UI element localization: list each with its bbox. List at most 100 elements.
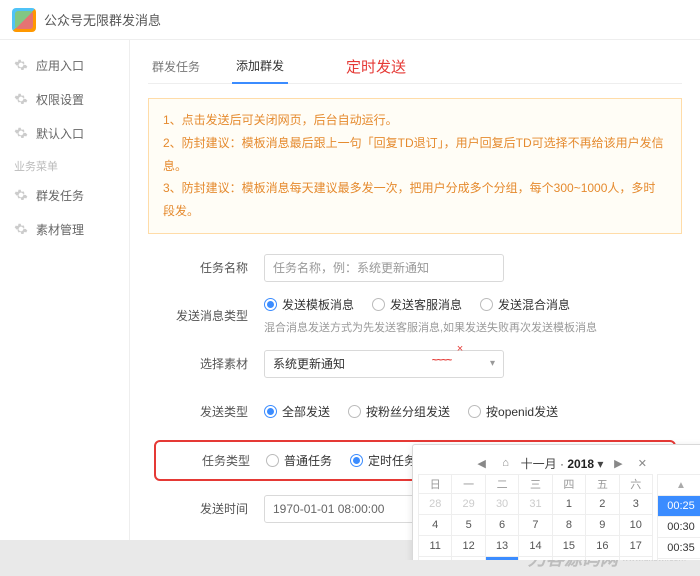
day-cell[interactable]: 12 bbox=[451, 535, 485, 557]
radio-dot-icon bbox=[350, 454, 363, 467]
day-cell[interactable]: 14 bbox=[518, 535, 552, 557]
home-icon[interactable]: ⌂ bbox=[497, 454, 515, 472]
scheduled-send-label: 定时发送 bbox=[346, 56, 406, 77]
time-cell[interactable]: 00:30 bbox=[657, 516, 700, 538]
content: 群发任务 添加群发 定时发送 1、点击发送后可关闭网页，后台自动运行。 2、防封… bbox=[130, 40, 700, 560]
datepicker-popup: ◀ ⌂ 十一月 · 2018 ▾ ▶ ✕ 日一二三四五六 28293031123… bbox=[412, 444, 700, 560]
dow-cell: 三 bbox=[518, 474, 552, 494]
day-cell[interactable]: 28 bbox=[418, 493, 452, 515]
next-year-icon[interactable]: ▶ bbox=[609, 454, 627, 472]
app-header: 公众号无限群发消息 bbox=[0, 0, 700, 40]
prev-year-icon[interactable]: ◀ bbox=[473, 454, 491, 472]
datepicker-title: 十一月 · 2018 ▾ bbox=[521, 455, 604, 472]
gear-icon bbox=[14, 58, 28, 72]
day-cell[interactable]: 24 bbox=[619, 556, 653, 560]
notice-line: 3、防封建议：模板消息每天建议最多发一次，把用户分成多个分组，每个300~100… bbox=[163, 177, 667, 223]
day-cell[interactable]: 4 bbox=[418, 514, 452, 536]
tabs: 群发任务 添加群发 定时发送 bbox=[148, 50, 682, 84]
radio-send-all[interactable]: 全部发送 bbox=[264, 403, 330, 420]
msg-type-label: 发送消息类型 bbox=[154, 307, 264, 324]
app-logo-icon bbox=[12, 8, 36, 32]
time-cell[interactable]: 00:25 bbox=[657, 495, 700, 517]
day-cell[interactable]: 31 bbox=[518, 493, 552, 515]
gear-icon bbox=[14, 188, 28, 202]
dow-cell: 二 bbox=[485, 474, 519, 494]
send-type-label: 发送类型 bbox=[154, 403, 264, 420]
scroll-up-icon[interactable]: ▲ bbox=[657, 474, 700, 496]
dow-cell: 四 bbox=[552, 474, 586, 494]
day-cell[interactable]: 6 bbox=[485, 514, 519, 536]
radio-dot-icon bbox=[348, 405, 361, 418]
day-cell[interactable]: 15 bbox=[552, 535, 586, 557]
day-cell[interactable]: 20 bbox=[485, 556, 519, 560]
day-cell[interactable]: 17 bbox=[619, 535, 653, 557]
material-select[interactable]: 系统更新通知 × ~~~~ ▾ bbox=[264, 350, 504, 378]
radio-scheduled-task[interactable]: 定时任务 bbox=[350, 452, 416, 469]
chevron-down-icon: ▾ bbox=[490, 358, 495, 369]
sidebar-item-material[interactable]: 素材管理 bbox=[0, 212, 129, 246]
radio-dot-icon bbox=[264, 298, 277, 311]
time-list: ▲ 00:2500:3000:3500:4000:4500:50 bbox=[657, 475, 700, 560]
day-cell[interactable]: 2 bbox=[585, 493, 619, 515]
annotation-mark: ~~~~ bbox=[432, 355, 451, 366]
notice-line: 2、防封建议：模板消息最后跟上一句「回复TD退订」，用户回复后TD可选择不再给该… bbox=[163, 132, 667, 178]
sidebar-item-permission[interactable]: 权限设置 bbox=[0, 82, 129, 116]
radio-service-msg[interactable]: 发送客服消息 bbox=[372, 296, 462, 313]
app-title: 公众号无限群发消息 bbox=[44, 10, 161, 29]
day-cell[interactable]: 7 bbox=[518, 514, 552, 536]
gear-icon bbox=[14, 222, 28, 236]
sidebar-item-app-entry[interactable]: 应用入口 bbox=[0, 48, 129, 82]
day-cell[interactable]: 1 bbox=[552, 493, 586, 515]
day-cell[interactable]: 5 bbox=[451, 514, 485, 536]
day-cell[interactable]: 22 bbox=[552, 556, 586, 560]
day-cell[interactable]: 3 bbox=[619, 493, 653, 515]
day-cell[interactable]: 10 bbox=[619, 514, 653, 536]
day-cell[interactable]: 21 bbox=[518, 556, 552, 560]
time-cell[interactable]: 00:35 bbox=[657, 537, 700, 559]
sidebar-item-label: 默认入口 bbox=[36, 125, 84, 142]
radio-send-group[interactable]: 按粉丝分组发送 bbox=[348, 403, 450, 420]
gear-icon bbox=[14, 92, 28, 106]
sidebar-group-label: 业务菜单 bbox=[0, 150, 129, 178]
radio-mixed-msg[interactable]: 发送混合消息 bbox=[480, 296, 570, 313]
gear-icon bbox=[14, 126, 28, 140]
tab-broadcast-tasks[interactable]: 群发任务 bbox=[148, 50, 204, 84]
radio-send-openid[interactable]: 按openid发送 bbox=[468, 403, 558, 420]
day-cell[interactable]: 9 bbox=[585, 514, 619, 536]
notice-box: 1、点击发送后可关闭网页，后台自动运行。 2、防封建议：模板消息最后跟上一句「回… bbox=[148, 98, 682, 234]
material-value: 系统更新通知 bbox=[273, 355, 345, 372]
dow-cell: 一 bbox=[451, 474, 485, 494]
tab-add-broadcast[interactable]: 添加群发 bbox=[232, 50, 288, 84]
dow-cell: 五 bbox=[585, 474, 619, 494]
day-cell[interactable]: 16 bbox=[585, 535, 619, 557]
notice-line: 1、点击发送后可关闭网页，后台自动运行。 bbox=[163, 109, 667, 132]
day-cell[interactable]: 19 bbox=[451, 556, 485, 560]
sidebar-item-broadcast-tasks[interactable]: 群发任务 bbox=[0, 178, 129, 212]
day-cell[interactable]: 30 bbox=[485, 493, 519, 515]
radio-dot-icon bbox=[480, 298, 493, 311]
annotation-mark: × bbox=[457, 343, 463, 355]
sidebar-item-label: 素材管理 bbox=[36, 221, 84, 238]
day-cell[interactable]: 11 bbox=[418, 535, 452, 557]
time-cell[interactable]: 00:40 bbox=[657, 558, 700, 560]
day-cell[interactable]: 8 bbox=[552, 514, 586, 536]
sidebar: 应用入口 权限设置 默认入口 业务菜单 群发任务 素材管理 bbox=[0, 40, 130, 560]
close-icon[interactable]: ✕ bbox=[633, 454, 651, 472]
task-name-input[interactable]: 任务名称，例：系统更新通知 bbox=[264, 254, 504, 282]
day-cell[interactable]: 29 bbox=[451, 493, 485, 515]
day-cell[interactable]: 18 bbox=[418, 556, 452, 560]
dow-cell: 日 bbox=[418, 474, 452, 494]
radio-dot-icon bbox=[264, 405, 277, 418]
radio-normal-task[interactable]: 普通任务 bbox=[266, 452, 332, 469]
day-cell[interactable]: 23 bbox=[585, 556, 619, 560]
send-time-label: 发送时间 bbox=[154, 500, 264, 517]
dow-cell: 六 bbox=[619, 474, 653, 494]
sidebar-item-label: 应用入口 bbox=[36, 57, 84, 74]
task-type-label: 任务类型 bbox=[162, 452, 266, 469]
day-cell[interactable]: 13 bbox=[485, 535, 519, 557]
sidebar-item-label: 群发任务 bbox=[36, 187, 84, 204]
radio-dot-icon bbox=[372, 298, 385, 311]
material-label: 选择素材 bbox=[154, 355, 264, 372]
radio-template-msg[interactable]: 发送模板消息 bbox=[264, 296, 354, 313]
sidebar-item-default-entry[interactable]: 默认入口 bbox=[0, 116, 129, 150]
